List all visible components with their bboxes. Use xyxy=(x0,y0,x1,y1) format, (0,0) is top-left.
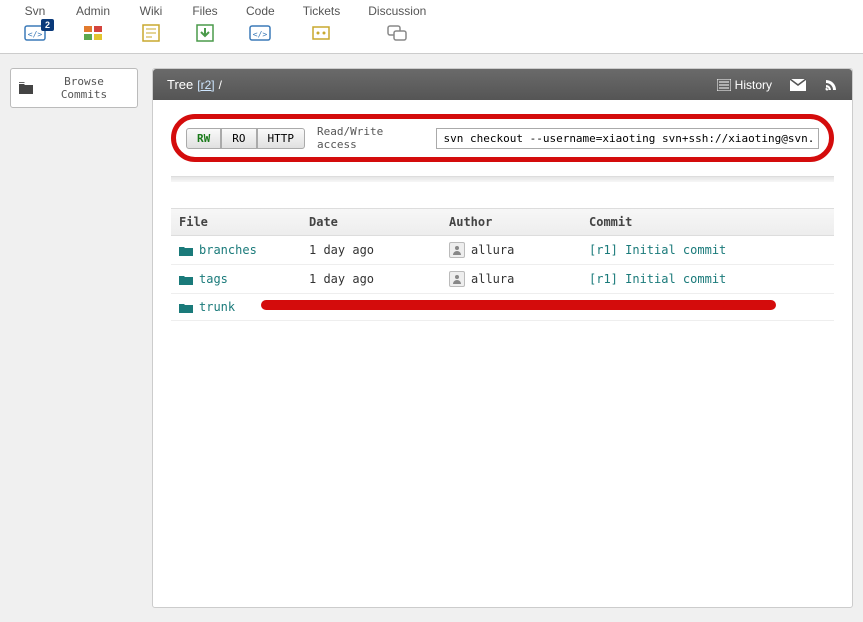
file-listing: File Date Author Commit branches 1 day ag… xyxy=(171,208,834,321)
protocol-ro-button[interactable]: RO xyxy=(221,128,256,149)
wiki-icon xyxy=(138,22,164,44)
main-panel: Tree [r2] / History RWROHTTP R xyxy=(152,68,853,608)
tree-label: Tree xyxy=(167,77,193,92)
access-description: Read/Write access xyxy=(317,125,424,151)
code-icon: </> xyxy=(247,22,273,44)
author-cell: allura xyxy=(449,242,589,258)
svg-text:</>: </> xyxy=(253,30,268,39)
author-name: allura xyxy=(471,243,514,257)
browse-commits-label: Browse Commits xyxy=(39,75,129,101)
history-icon xyxy=(717,79,731,91)
avatar xyxy=(449,242,465,258)
nav-discussion[interactable]: Discussion xyxy=(354,0,440,53)
folder-link-trunk[interactable]: trunk xyxy=(179,300,309,314)
folder-name: tags xyxy=(199,272,228,286)
title-actions: History xyxy=(717,78,838,92)
checkout-command-input[interactable] xyxy=(436,128,819,149)
top-navigation: Svn</>2AdminWikiFilesCode</>TicketsDiscu… xyxy=(0,0,863,54)
tickets-icon xyxy=(308,22,334,44)
folder-name: trunk xyxy=(199,300,235,314)
col-file: File xyxy=(179,215,309,229)
nav-label: Discussion xyxy=(368,4,426,18)
mail-icon[interactable] xyxy=(790,79,806,91)
col-commit: Commit xyxy=(589,215,826,229)
protocol-http-button[interactable]: HTTP xyxy=(257,128,306,149)
author-cell: allura xyxy=(449,271,589,287)
folder-link-tags[interactable]: tags xyxy=(179,272,309,286)
avatar xyxy=(449,271,465,287)
divider xyxy=(171,176,834,182)
listing-header: File Date Author Commit xyxy=(171,209,834,236)
rss-icon[interactable] xyxy=(824,78,838,92)
discussion-icon xyxy=(384,22,410,44)
date-cell: 1 day ago xyxy=(309,272,449,286)
nav-label: Tickets xyxy=(303,4,341,18)
nav-label: Admin xyxy=(76,4,110,18)
history-link[interactable]: History xyxy=(717,78,772,92)
col-date: Date xyxy=(309,215,449,229)
access-bar: RWROHTTP Read/Write access xyxy=(171,114,834,162)
protocol-rw-button[interactable]: RW xyxy=(186,128,221,149)
table-row: tags 1 day ago allura [r1] Initial commit xyxy=(171,265,834,294)
nav-label: Svn xyxy=(25,4,46,18)
col-author: Author xyxy=(449,215,589,229)
folder-icon xyxy=(179,274,193,285)
history-label: History xyxy=(735,78,772,92)
folder-icon xyxy=(19,82,33,94)
path-slash: / xyxy=(219,78,222,92)
nav-files[interactable]: Files xyxy=(178,0,232,53)
revision-link[interactable]: [r2] xyxy=(197,78,214,92)
svn-icon: </>2 xyxy=(22,22,48,44)
folder-link-branches[interactable]: branches xyxy=(179,243,309,257)
table-row: trunk xyxy=(171,294,834,321)
title-bar: Tree [r2] / History xyxy=(153,69,852,100)
folder-icon xyxy=(179,302,193,313)
date-cell: 1 day ago xyxy=(309,243,449,257)
table-row: branches 1 day ago allura [r1] Initial comm… xyxy=(171,236,834,265)
nav-tickets[interactable]: Tickets xyxy=(289,0,355,53)
commit-link[interactable]: [r1] Initial commit xyxy=(589,272,826,286)
nav-admin[interactable]: Admin xyxy=(62,0,124,53)
files-icon xyxy=(192,22,218,44)
nav-label: Wiki xyxy=(140,4,163,18)
svg-text:</>: </> xyxy=(28,30,43,39)
nav-code[interactable]: Code </> xyxy=(232,0,289,53)
page-body: Browse Commits Tree [r2] / History xyxy=(0,54,863,622)
protocol-buttons: RWROHTTP xyxy=(186,128,305,149)
admin-icon xyxy=(80,22,106,44)
folder-name: branches xyxy=(199,243,257,257)
nav-svn[interactable]: Svn </>2 xyxy=(8,0,62,53)
sidebar: Browse Commits xyxy=(10,68,138,608)
folder-icon xyxy=(179,245,193,256)
author-name: allura xyxy=(471,272,514,286)
nav-badge: 2 xyxy=(41,19,54,31)
nav-label: Code xyxy=(246,4,275,18)
browse-commits-button[interactable]: Browse Commits xyxy=(10,68,138,108)
commit-link[interactable]: [r1] Initial commit xyxy=(589,243,826,257)
nav-wiki[interactable]: Wiki xyxy=(124,0,178,53)
nav-label: Files xyxy=(192,4,217,18)
